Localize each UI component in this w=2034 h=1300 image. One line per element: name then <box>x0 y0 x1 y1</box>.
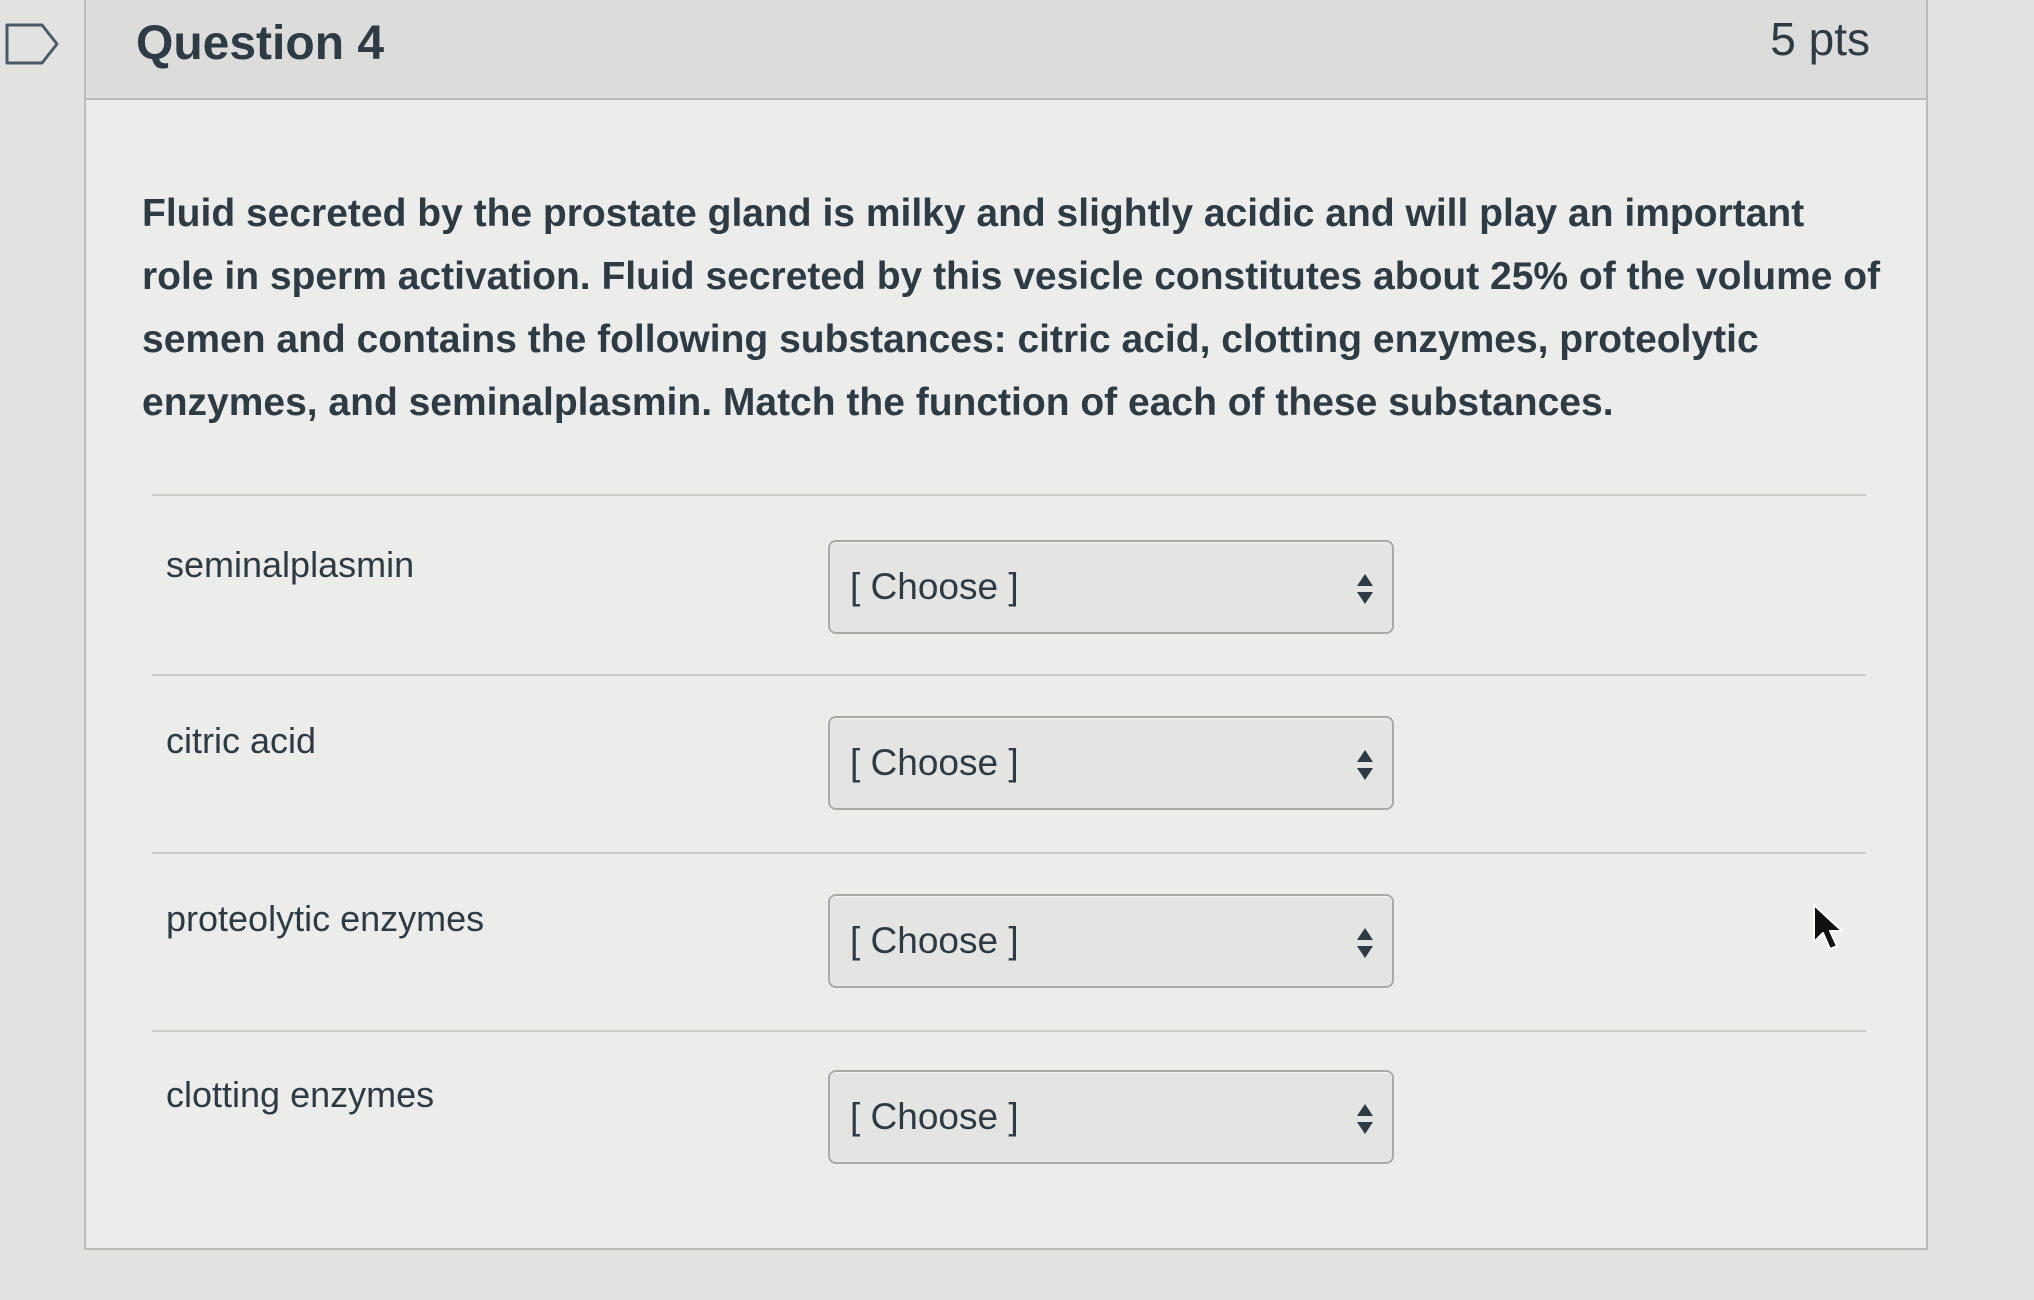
up-down-arrows-icon <box>1357 574 1373 604</box>
answer-select-clotting-enzymes[interactable]: [ Choose ] <box>828 1070 1394 1164</box>
flag-question-icon[interactable] <box>4 22 60 66</box>
divider <box>152 494 1866 496</box>
select-value: [ Choose ] <box>850 742 1019 783</box>
select-value: [ Choose ] <box>850 566 1019 607</box>
match-label: citric acid <box>166 720 317 761</box>
match-label: proteolytic enzymes <box>166 898 485 939</box>
answer-select-seminalplasmin[interactable]: [ Choose ] <box>828 540 1394 634</box>
question-header: Question 4 5 pts <box>86 0 1926 100</box>
answer-select-citric-acid[interactable]: [ Choose ] <box>828 716 1394 810</box>
mouse-pointer-icon <box>1813 904 1843 950</box>
up-down-arrows-icon <box>1357 1104 1373 1134</box>
question-points: 5 pts <box>1770 13 1870 65</box>
match-label: clotting enzymes <box>166 1074 435 1115</box>
question-title: Question 4 <box>136 17 385 70</box>
match-row-citric-acid: citric acid [ Choose ] <box>86 716 1926 816</box>
match-row-seminalplasmin: seminalplasmin [ Choose ] <box>86 540 1926 640</box>
up-down-arrows-icon <box>1357 928 1373 958</box>
match-row-proteolytic-enzymes: proteolytic enzymes [ Choose ] <box>86 894 1926 994</box>
divider <box>152 1030 1866 1032</box>
match-label: seminalplasmin <box>166 544 415 585</box>
up-down-arrows-icon <box>1357 750 1373 780</box>
divider <box>152 674 1866 676</box>
match-row-clotting-enzymes: clotting enzymes [ Choose ] <box>86 1070 1926 1170</box>
question-text: Fluid secreted by the prostate gland is … <box>142 192 1881 424</box>
select-value: [ Choose ] <box>850 1096 1019 1137</box>
select-value: [ Choose ] <box>850 920 1019 961</box>
question-card: Question 4 5 pts Fluid secreted by the p… <box>84 0 1928 1250</box>
answer-select-proteolytic-enzymes[interactable]: [ Choose ] <box>828 894 1394 988</box>
divider <box>152 852 1866 854</box>
